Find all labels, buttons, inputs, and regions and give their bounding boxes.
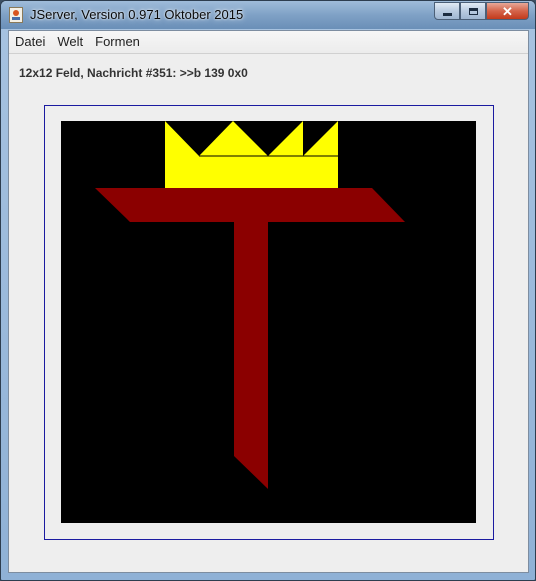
t-bar-shape xyxy=(95,188,405,222)
board-canvas xyxy=(95,121,405,489)
menu-formen[interactable]: Formen xyxy=(90,31,145,53)
menu-bar: Datei Welt Formen xyxy=(9,31,528,54)
t-stem-shape xyxy=(234,222,268,489)
minimize-icon xyxy=(442,12,452,16)
crown-shape xyxy=(165,121,338,188)
java-app-icon[interactable] xyxy=(9,7,23,23)
maximize-button[interactable] xyxy=(460,2,486,20)
board-frame xyxy=(44,105,494,540)
close-icon: ✕ xyxy=(502,3,513,19)
minimize-button[interactable] xyxy=(434,2,460,20)
game-board[interactable] xyxy=(61,121,476,523)
window-title: JServer, Version 0.971 Oktober 2015 xyxy=(30,7,244,22)
maximize-icon xyxy=(468,7,478,15)
menu-welt[interactable]: Welt xyxy=(52,31,88,53)
app-window: JServer, Version 0.971 Oktober 2015 ✕ Da… xyxy=(0,0,536,581)
close-button[interactable]: ✕ xyxy=(486,2,529,20)
client-area: Datei Welt Formen 12x12 Feld, Nachricht … xyxy=(8,30,529,573)
window-controls: ✕ xyxy=(434,2,529,21)
status-message: 12x12 Feld, Nachricht #351: >>b 139 0x0 xyxy=(19,66,248,80)
title-bar[interactable]: JServer, Version 0.971 Oktober 2015 ✕ xyxy=(1,1,535,29)
menu-datei[interactable]: Datei xyxy=(10,31,50,53)
